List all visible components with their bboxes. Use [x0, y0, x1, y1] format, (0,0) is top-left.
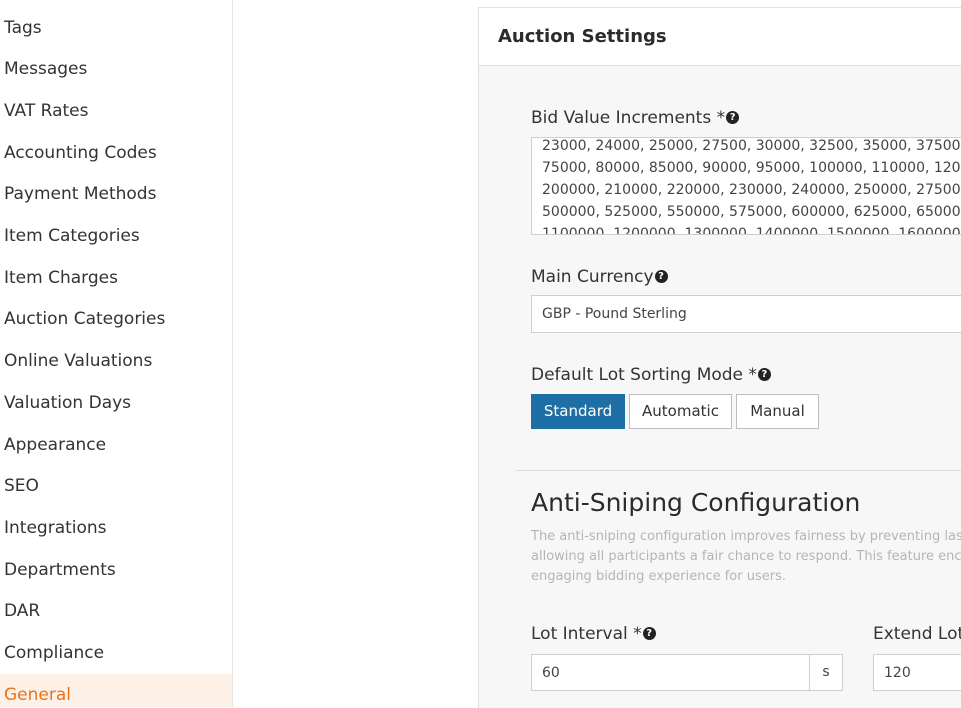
- main-currency-label: Main Currency?: [531, 267, 668, 287]
- sidebar-item-messages[interactable]: Messages: [4, 58, 87, 80]
- bid-increments-line: 200000, 210000, 220000, 230000, 240000, …: [542, 182, 961, 198]
- lot-interval-unit: s: [809, 654, 843, 691]
- question-circle-icon[interactable]: ?: [726, 110, 740, 124]
- bid-increments-label: Bid Value Increments *?: [531, 108, 740, 128]
- sidebar-item-accounting-codes[interactable]: Accounting Codes: [4, 142, 157, 164]
- sidebar-item-vat-rates[interactable]: VAT Rates: [4, 100, 88, 122]
- sorting-mode-label-text: Default Lot Sorting Mode *: [531, 365, 757, 385]
- sidebar-item-compliance[interactable]: Compliance: [4, 642, 104, 664]
- sidebar-item-payment-methods[interactable]: Payment Methods: [4, 183, 156, 205]
- main-currency-label-text: Main Currency: [531, 267, 654, 287]
- sidebar-item-general[interactable]: General: [4, 684, 71, 706]
- lot-interval-label-text: Lot Interval *: [531, 624, 642, 644]
- main-currency-select[interactable]: GBP - Pound Sterling: [531, 295, 961, 333]
- sidebar-item-valuation-days[interactable]: Valuation Days: [4, 392, 131, 414]
- extend-lot-input[interactable]: 120: [873, 654, 961, 691]
- sidebar-item-tags[interactable]: Tags: [4, 17, 42, 39]
- sidebar-item-auction-categories[interactable]: Auction Categories: [4, 308, 165, 330]
- anti-sniping-description: allowing all participants a fair chance …: [531, 549, 961, 564]
- anti-sniping-description: engaging bidding experience for users.: [531, 569, 786, 584]
- bid-increments-line: 23000, 24000, 25000, 27500, 30000, 32500…: [542, 138, 961, 154]
- sidebar-item-seo[interactable]: SEO: [4, 475, 39, 497]
- sidebar: Tags Messages VAT Rates Accounting Codes…: [0, 0, 233, 707]
- anti-sniping-description: The anti-sniping configuration improves …: [531, 529, 961, 544]
- extend-lot-label: Extend Lot: [873, 624, 961, 644]
- sidebar-item-integrations[interactable]: Integrations: [4, 517, 107, 539]
- section-divider: [516, 470, 961, 471]
- auction-settings-panel: Auction Settings Bid Value Increments *?…: [478, 7, 961, 708]
- sidebar-item-departments[interactable]: Departments: [4, 559, 116, 581]
- bid-increments-line: 75000, 80000, 85000, 90000, 95000, 10000…: [542, 160, 961, 176]
- bid-increments-line: 500000, 525000, 550000, 575000, 600000, …: [542, 204, 961, 220]
- sorting-standard-button[interactable]: Standard: [531, 394, 625, 429]
- extend-lot-value: 120: [884, 664, 911, 681]
- sorting-manual-button[interactable]: Manual: [736, 394, 819, 429]
- bid-increments-label-text: Bid Value Increments *: [531, 108, 726, 128]
- panel-header: Auction Settings: [479, 8, 961, 66]
- lot-interval-value: 60: [542, 664, 560, 681]
- sidebar-item-dar[interactable]: DAR: [4, 600, 40, 622]
- lot-interval-label: Lot Interval *?: [531, 624, 656, 644]
- sidebar-item-online-valuations[interactable]: Online Valuations: [4, 350, 152, 372]
- bid-increments-line: 1100000, 1200000, 1300000, 1400000, 1500…: [542, 226, 961, 235]
- anti-sniping-title: Anti-Sniping Configuration: [531, 488, 861, 517]
- lot-interval-input[interactable]: 60: [531, 654, 810, 691]
- question-circle-icon[interactable]: ?: [757, 367, 771, 381]
- sidebar-item-item-categories[interactable]: Item Categories: [4, 225, 140, 247]
- sorting-mode-label: Default Lot Sorting Mode *?: [531, 365, 771, 385]
- question-circle-icon[interactable]: ?: [654, 269, 668, 283]
- sidebar-item-appearance[interactable]: Appearance: [4, 434, 106, 456]
- panel-title: Auction Settings: [498, 26, 667, 47]
- sidebar-item-item-charges[interactable]: Item Charges: [4, 267, 118, 289]
- question-circle-icon[interactable]: ?: [642, 626, 656, 640]
- bid-increments-textarea[interactable]: 23000, 24000, 25000, 27500, 30000, 32500…: [531, 137, 961, 235]
- main-currency-value: GBP - Pound Sterling: [542, 306, 687, 322]
- sorting-automatic-button[interactable]: Automatic: [629, 394, 732, 429]
